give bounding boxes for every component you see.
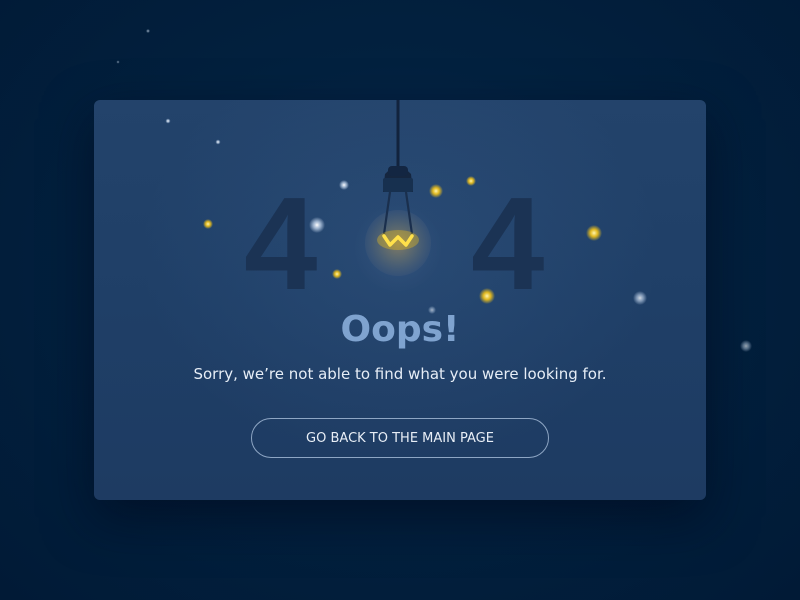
page-background: 4 4 Oops! Sorry, we’re not able to find … [0,0,800,600]
error-card: 4 4 Oops! Sorry, we’re not able to find … [94,100,706,500]
error-code-digit-left: 4 [244,170,318,317]
go-back-main-page-button[interactable]: GO BACK TO THE MAIN PAGE [251,418,549,458]
error-code-digit-right: 4 [471,170,545,317]
error-message: Sorry, we’re not able to find what you w… [193,365,607,383]
page-title: Oops! [340,309,460,350]
